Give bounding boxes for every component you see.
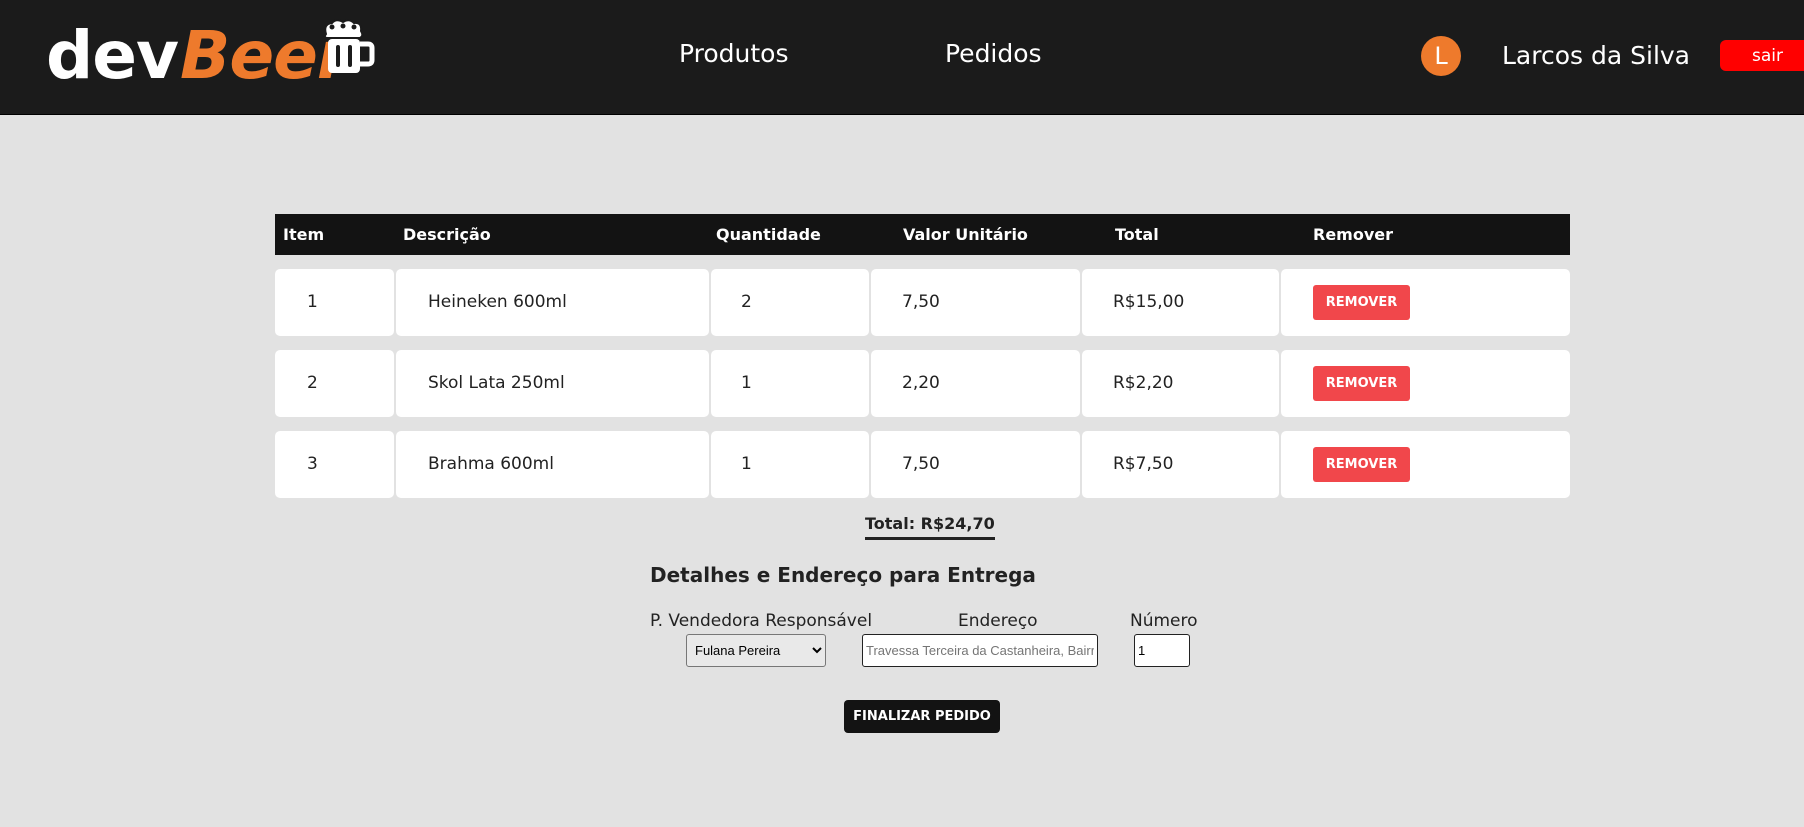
cell-description: Skol Lata 250ml bbox=[396, 350, 709, 417]
item-unit-price: 7,50 bbox=[902, 454, 940, 474]
item-description: Skol Lata 250ml bbox=[428, 373, 565, 393]
cell-total: R$2,20 bbox=[1082, 350, 1279, 417]
beer-mug-icon bbox=[323, 19, 375, 73]
address-input[interactable] bbox=[862, 634, 1098, 667]
table-row: 2 Skol Lata 250ml 1 2,20 R$2,20 REMOVER bbox=[275, 350, 1570, 417]
nav-pedidos[interactable]: Pedidos bbox=[945, 38, 1042, 70]
column-header-description: Descrição bbox=[403, 225, 491, 244]
user-name: Larcos da Silva bbox=[1502, 41, 1691, 70]
cell-remove: REMOVER bbox=[1281, 431, 1570, 498]
finish-order-button[interactable]: FINALIZAR PEDIDO bbox=[844, 700, 1000, 733]
cell-total: R$7,50 bbox=[1082, 431, 1279, 498]
item-quantity: 2 bbox=[741, 292, 752, 312]
cell-description: Brahma 600ml bbox=[396, 431, 709, 498]
cell-total: R$15,00 bbox=[1082, 269, 1279, 336]
cell-unit-price: 7,50 bbox=[871, 431, 1080, 498]
item-number: 3 bbox=[307, 454, 318, 474]
item-total: R$7,50 bbox=[1113, 454, 1174, 474]
remove-button[interactable]: REMOVER bbox=[1313, 366, 1410, 401]
column-header-remove: Remover bbox=[1313, 225, 1394, 244]
item-total: R$15,00 bbox=[1113, 292, 1185, 312]
remove-button[interactable]: REMOVER bbox=[1313, 447, 1410, 482]
delivery-section-title: Detalhes e Endereço para Entrega bbox=[650, 563, 1036, 587]
column-header-quantity: Quantidade bbox=[716, 225, 821, 244]
remove-button[interactable]: REMOVER bbox=[1313, 285, 1410, 320]
item-description: Brahma 600ml bbox=[428, 454, 554, 474]
item-quantity: 1 bbox=[741, 454, 752, 474]
cell-remove: REMOVER bbox=[1281, 269, 1570, 336]
number-label: Número bbox=[1130, 611, 1198, 631]
column-header-item: Item bbox=[283, 225, 325, 244]
table-row: 1 Heineken 600ml 2 7,50 R$15,00 REMOVER bbox=[275, 269, 1570, 336]
item-number: 2 bbox=[307, 373, 318, 393]
table-row: 3 Brahma 600ml 1 7,50 R$7,50 REMOVER bbox=[275, 431, 1570, 498]
cell-remove: REMOVER bbox=[1281, 350, 1570, 417]
item-description: Heineken 600ml bbox=[428, 292, 567, 312]
cell-quantity: 2 bbox=[711, 269, 869, 336]
address-label: Endereço bbox=[958, 611, 1038, 631]
cell-item: 2 bbox=[275, 350, 394, 417]
order-total: Total: R$24,70 bbox=[865, 513, 995, 540]
item-unit-price: 7,50 bbox=[902, 292, 940, 312]
cell-unit-price: 7,50 bbox=[871, 269, 1080, 336]
table-header: Item Descrição Quantidade Valor Unitário… bbox=[275, 214, 1570, 255]
item-unit-price: 2,20 bbox=[902, 373, 940, 393]
logo[interactable]: dev Beer bbox=[46, 16, 349, 94]
logout-button[interactable]: sair bbox=[1720, 40, 1804, 71]
top-navbar: dev Beer Produtos Pedidos L Larcos da Sil… bbox=[0, 0, 1804, 115]
seller-label: P. Vendedora Responsável bbox=[650, 611, 873, 631]
logo-dev-text: dev bbox=[46, 17, 179, 94]
cell-item: 3 bbox=[275, 431, 394, 498]
number-input[interactable] bbox=[1134, 634, 1190, 667]
column-header-total: Total bbox=[1115, 225, 1159, 244]
cell-quantity: 1 bbox=[711, 431, 869, 498]
cell-item: 1 bbox=[275, 269, 394, 336]
seller-select[interactable]: Fulana Pereira bbox=[686, 634, 826, 667]
column-header-unit-price: Valor Unitário bbox=[903, 225, 1028, 244]
nav-produtos[interactable]: Produtos bbox=[679, 38, 789, 70]
item-total: R$2,20 bbox=[1113, 373, 1174, 393]
cell-unit-price: 2,20 bbox=[871, 350, 1080, 417]
item-quantity: 1 bbox=[741, 373, 752, 393]
cell-description: Heineken 600ml bbox=[396, 269, 709, 336]
cell-quantity: 1 bbox=[711, 350, 869, 417]
avatar: L bbox=[1421, 36, 1461, 76]
item-number: 1 bbox=[307, 292, 318, 312]
